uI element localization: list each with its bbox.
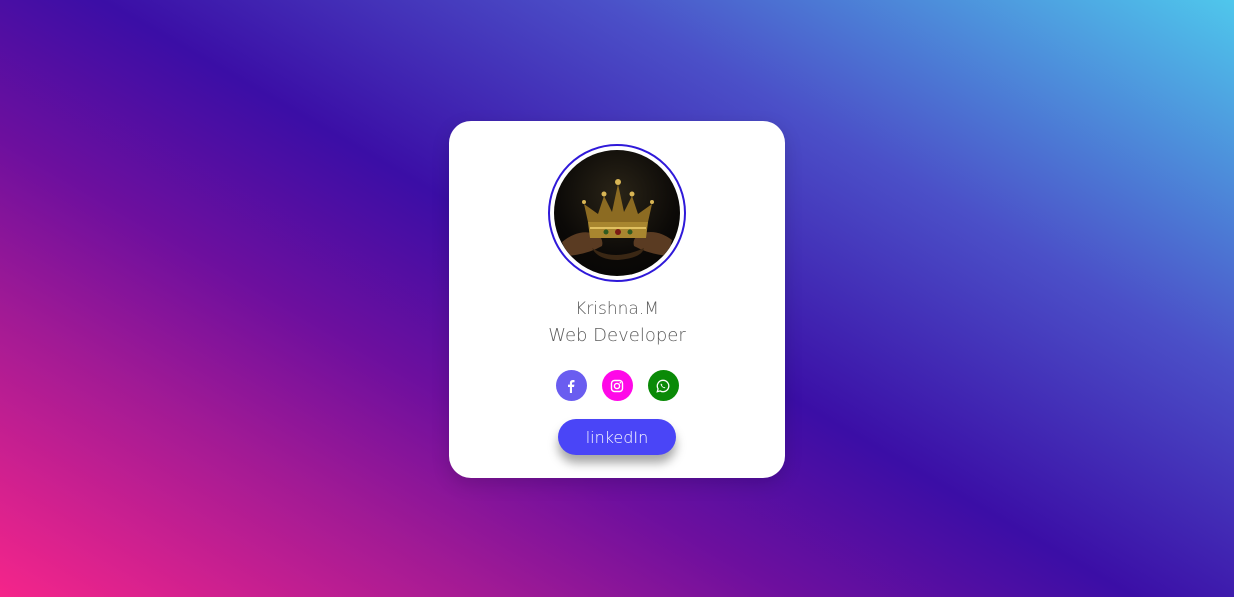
- avatar: [554, 150, 680, 276]
- social-links: [449, 370, 785, 401]
- profile-title: Web Developer: [548, 325, 686, 346]
- avatar-ring: [548, 144, 686, 282]
- facebook-icon: [568, 379, 575, 393]
- instagram-icon: [610, 379, 624, 392]
- facebook-button[interactable]: [555, 370, 587, 401]
- whatsapp-icon: [656, 379, 670, 393]
- whatsapp-button[interactable]: [647, 370, 679, 401]
- instagram-button[interactable]: [601, 370, 633, 401]
- profile-card: Krishna.M Web Developer linkedIn: [449, 121, 785, 478]
- profile-name: Krishna.M: [575, 299, 659, 319]
- linkedin-button[interactable]: linkedIn: [558, 419, 676, 455]
- crown-photo: [562, 179, 672, 260]
